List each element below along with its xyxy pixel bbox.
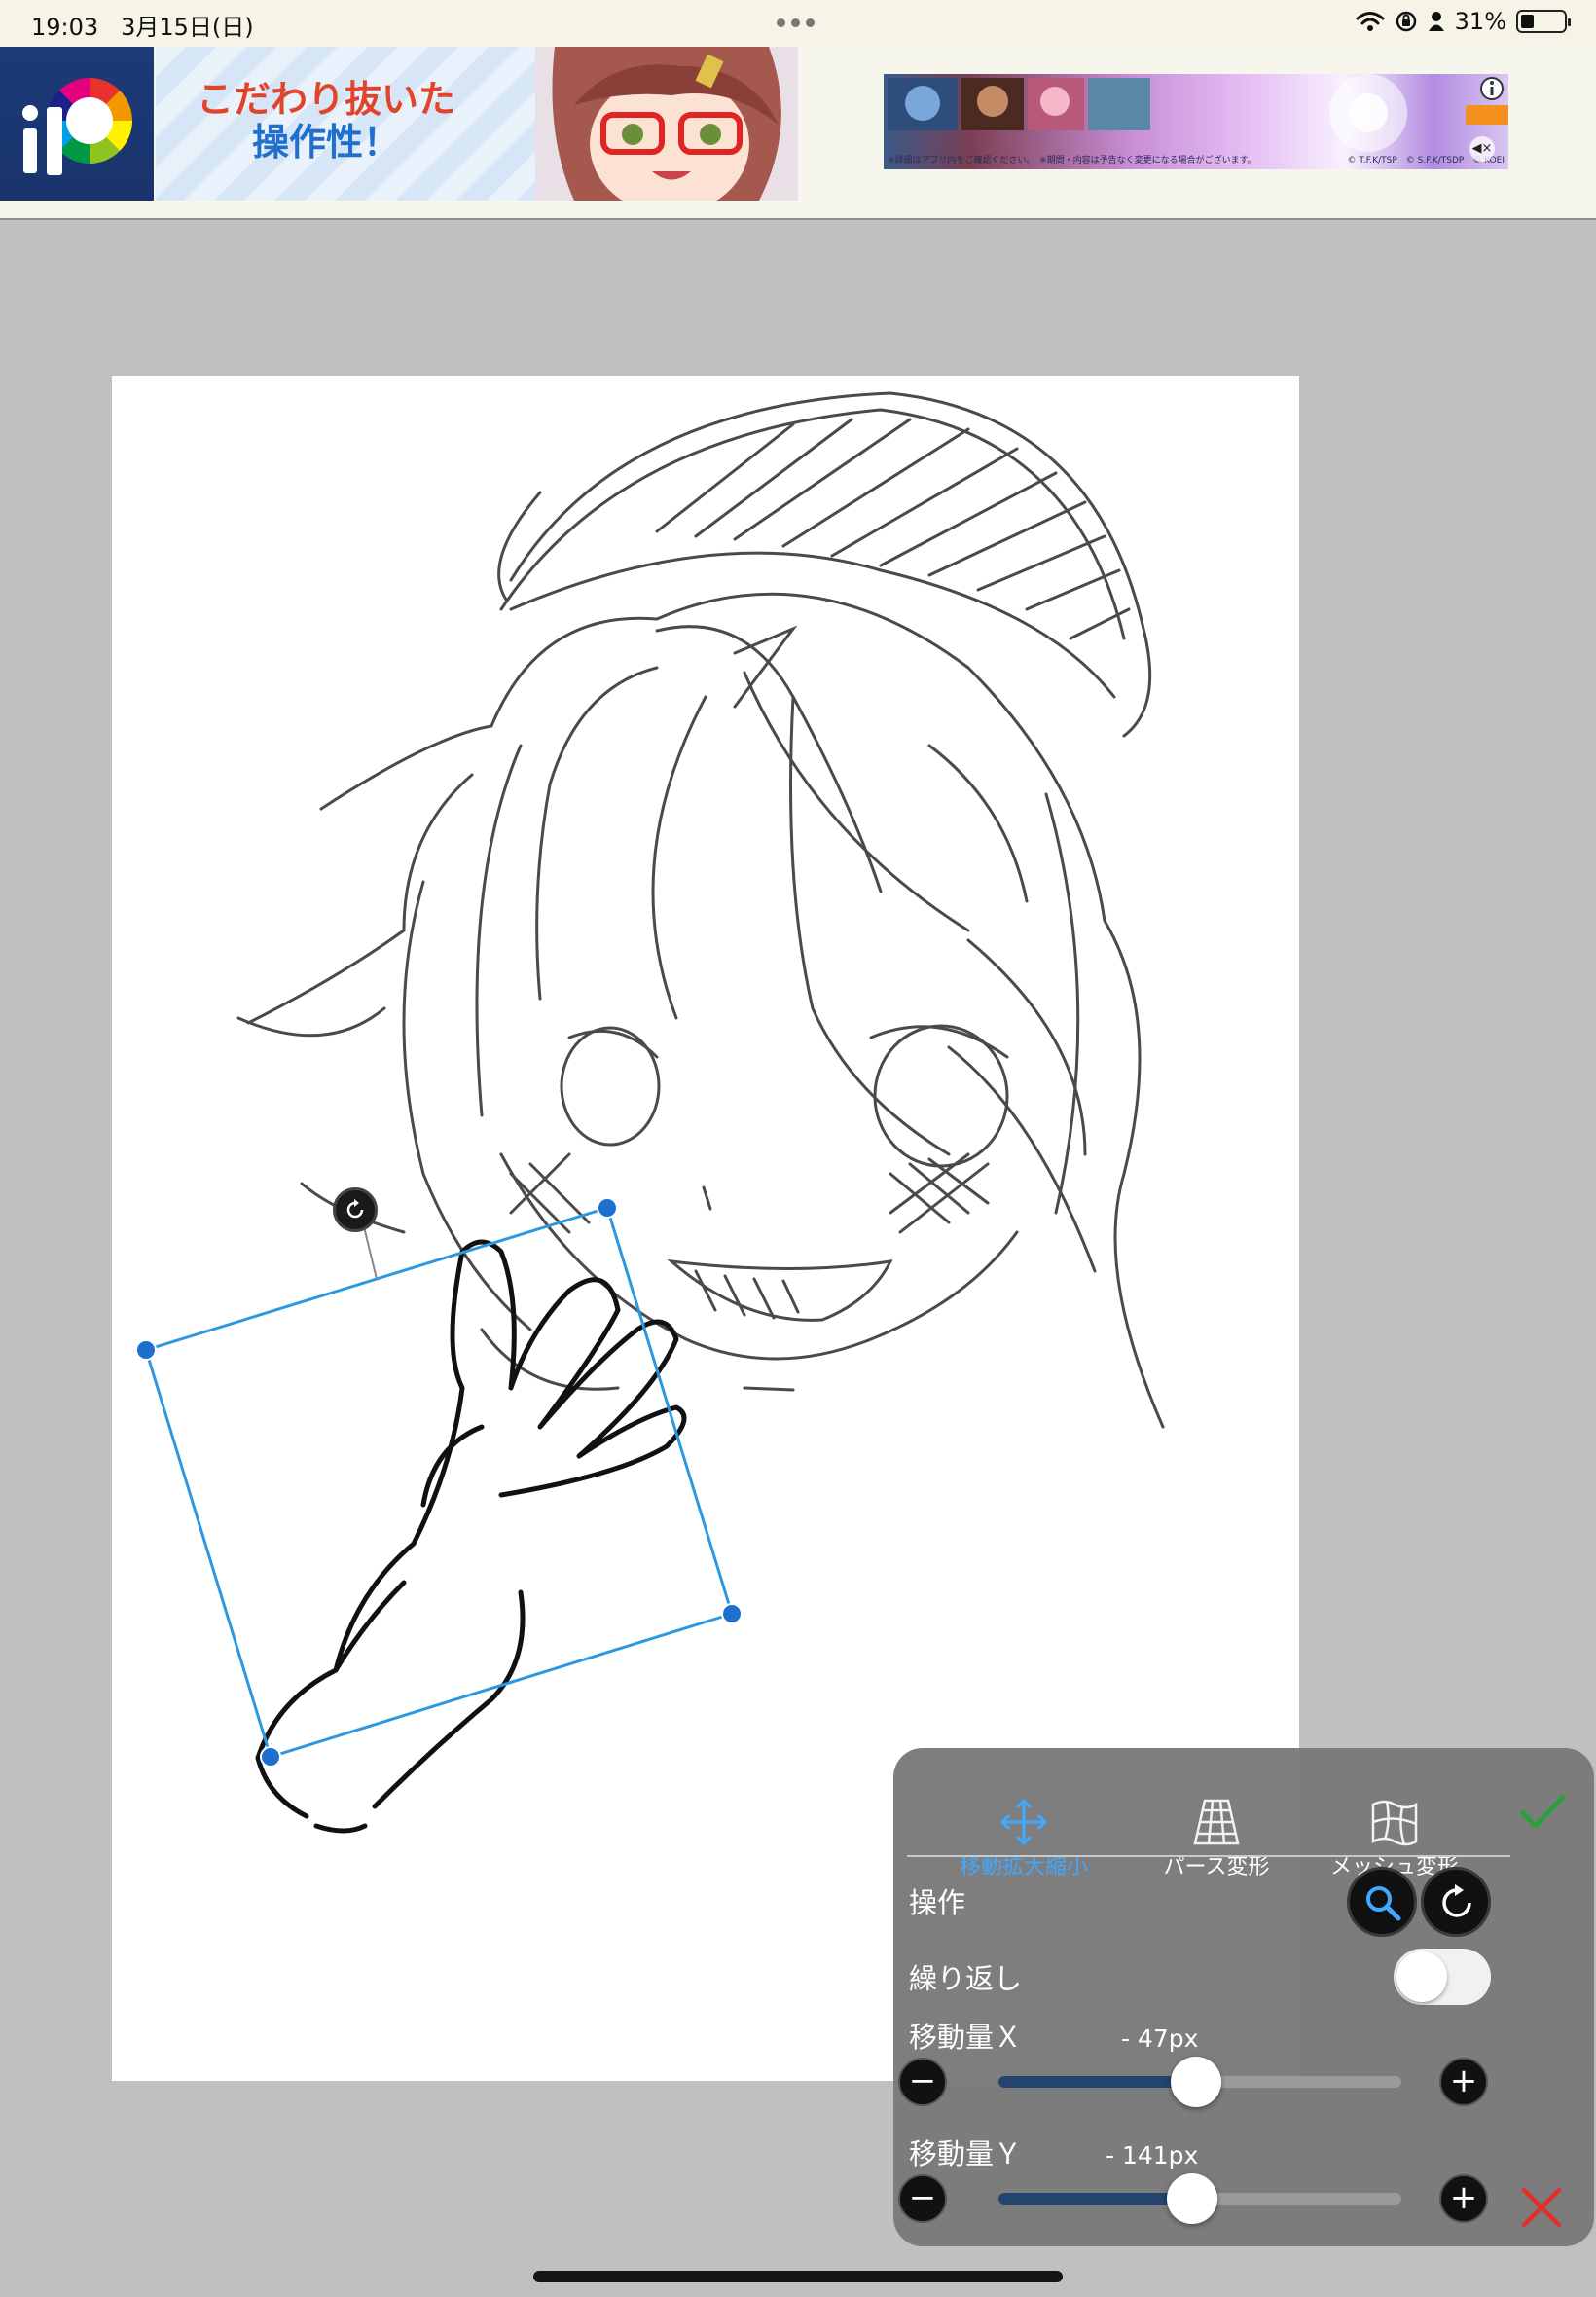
rotate-handle-icon[interactable] bbox=[333, 1187, 378, 1232]
move-y-slider-thumb[interactable] bbox=[1166, 2173, 1217, 2224]
checkmark-icon[interactable] bbox=[1512, 1783, 1571, 1841]
rotate-mode-button[interactable] bbox=[1421, 1867, 1491, 1937]
corner-handle-top-left[interactable] bbox=[135, 1339, 157, 1361]
status-clock: 19:03 bbox=[31, 14, 99, 41]
tab-move-scale-label: 移動拡大縮小 bbox=[959, 1855, 1088, 1879]
move-x-decrement-button[interactable]: − bbox=[898, 2058, 947, 2106]
transform-panel: 移動拡大縮小 パース変形 メッシュ変形 操作 繰り返し 移動量Ｘ - 47px … bbox=[893, 1748, 1594, 2246]
move-x-slider-fill bbox=[998, 2076, 1196, 2088]
repeat-label: 繰り返し bbox=[909, 1962, 1023, 1995]
ad-copy-line2: 操作性！ bbox=[252, 121, 401, 164]
move-y-slider[interactable] bbox=[998, 2173, 1401, 2224]
ad-info-icon[interactable] bbox=[1479, 76, 1505, 101]
move-x-label: 移動量Ｘ bbox=[909, 2021, 1023, 2054]
move-y-value: - 141px bbox=[1106, 2141, 1199, 2169]
person-icon bbox=[1428, 12, 1444, 31]
app-logo-icon[interactable] bbox=[0, 47, 154, 201]
ad-character-illustration bbox=[535, 47, 798, 201]
status-time: 19:03 3月15日(日) bbox=[31, 8, 254, 42]
wifi-icon bbox=[1356, 12, 1385, 31]
ad-copy-line1: こだわり抜いた bbox=[197, 78, 456, 121]
corner-handle-bottom-right[interactable] bbox=[721, 1603, 743, 1624]
move-y-slider-fill bbox=[998, 2193, 1192, 2205]
corner-handle-bottom-left[interactable] bbox=[260, 1746, 281, 1768]
status-bar: 19:03 3月15日(日) 31% bbox=[0, 0, 1596, 47]
tab-move-scale[interactable]: 移動拡大縮小 bbox=[926, 1769, 1121, 1879]
ad-fineprint-left: ※詳細はアプリ内をご確認ください。 ※期間・内容は予告なく変更になる場合がござい… bbox=[888, 156, 1256, 165]
perspective-grid-icon bbox=[1193, 1799, 1240, 1845]
rotate-icon bbox=[1442, 1884, 1471, 1917]
move-y-increment-button[interactable]: + bbox=[1439, 2174, 1488, 2223]
close-icon[interactable] bbox=[1516, 2182, 1567, 2233]
magnifier-icon bbox=[1366, 1886, 1401, 1921]
ad-banner-left[interactable]: こだわり抜いた 操作性！ bbox=[156, 47, 798, 201]
move-x-increment-button[interactable]: + bbox=[1439, 2058, 1488, 2106]
move-x-slider-thumb[interactable] bbox=[1170, 2057, 1221, 2107]
ad-copy: こだわり抜いた 操作性！ bbox=[197, 78, 455, 164]
ad-banner-right[interactable]: ※詳細はアプリ内をご確認ください。 ※期間・内容は予告なく変更になる場合がござい… bbox=[884, 74, 1508, 169]
status-indicators: 31% bbox=[1356, 8, 1571, 35]
tab-divider bbox=[907, 1855, 1510, 1857]
battery-percent: 31% bbox=[1454, 8, 1506, 35]
corner-handle-top-right[interactable] bbox=[597, 1197, 618, 1219]
zoom-mode-button[interactable] bbox=[1347, 1867, 1417, 1937]
move-arrows-icon bbox=[999, 1798, 1048, 1846]
move-x-value: - 47px bbox=[1121, 2024, 1199, 2053]
repeat-toggle[interactable] bbox=[1394, 1949, 1491, 2005]
tab-perspective[interactable]: パース変形 bbox=[1119, 1769, 1314, 1879]
status-date: 3月15日(日) bbox=[121, 14, 254, 41]
operation-label: 操作 bbox=[909, 1886, 966, 1919]
mesh-icon bbox=[1371, 1800, 1418, 1846]
battery-icon bbox=[1516, 10, 1571, 33]
mute-icon[interactable]: ◀× bbox=[1469, 136, 1495, 162]
tab-mesh[interactable]: メッシュ変形 bbox=[1297, 1769, 1492, 1879]
ad-bar: こだわり抜いた 操作性！ ※詳細はアプリ内をご確認ください。 ※期間・内容は予告… bbox=[0, 47, 1596, 220]
home-indicator[interactable] bbox=[533, 2271, 1063, 2282]
move-x-slider[interactable] bbox=[998, 2057, 1401, 2107]
move-y-label: 移動量Ｙ bbox=[909, 2137, 1023, 2170]
tab-perspective-label: パース変形 bbox=[1163, 1855, 1270, 1879]
toggle-knob bbox=[1396, 1951, 1447, 2002]
move-y-decrement-button[interactable]: − bbox=[898, 2174, 947, 2223]
orientation-lock-icon bbox=[1396, 11, 1416, 32]
ad-cta-tab[interactable] bbox=[1466, 105, 1508, 125]
multitasking-dots-icon[interactable] bbox=[777, 18, 815, 27]
